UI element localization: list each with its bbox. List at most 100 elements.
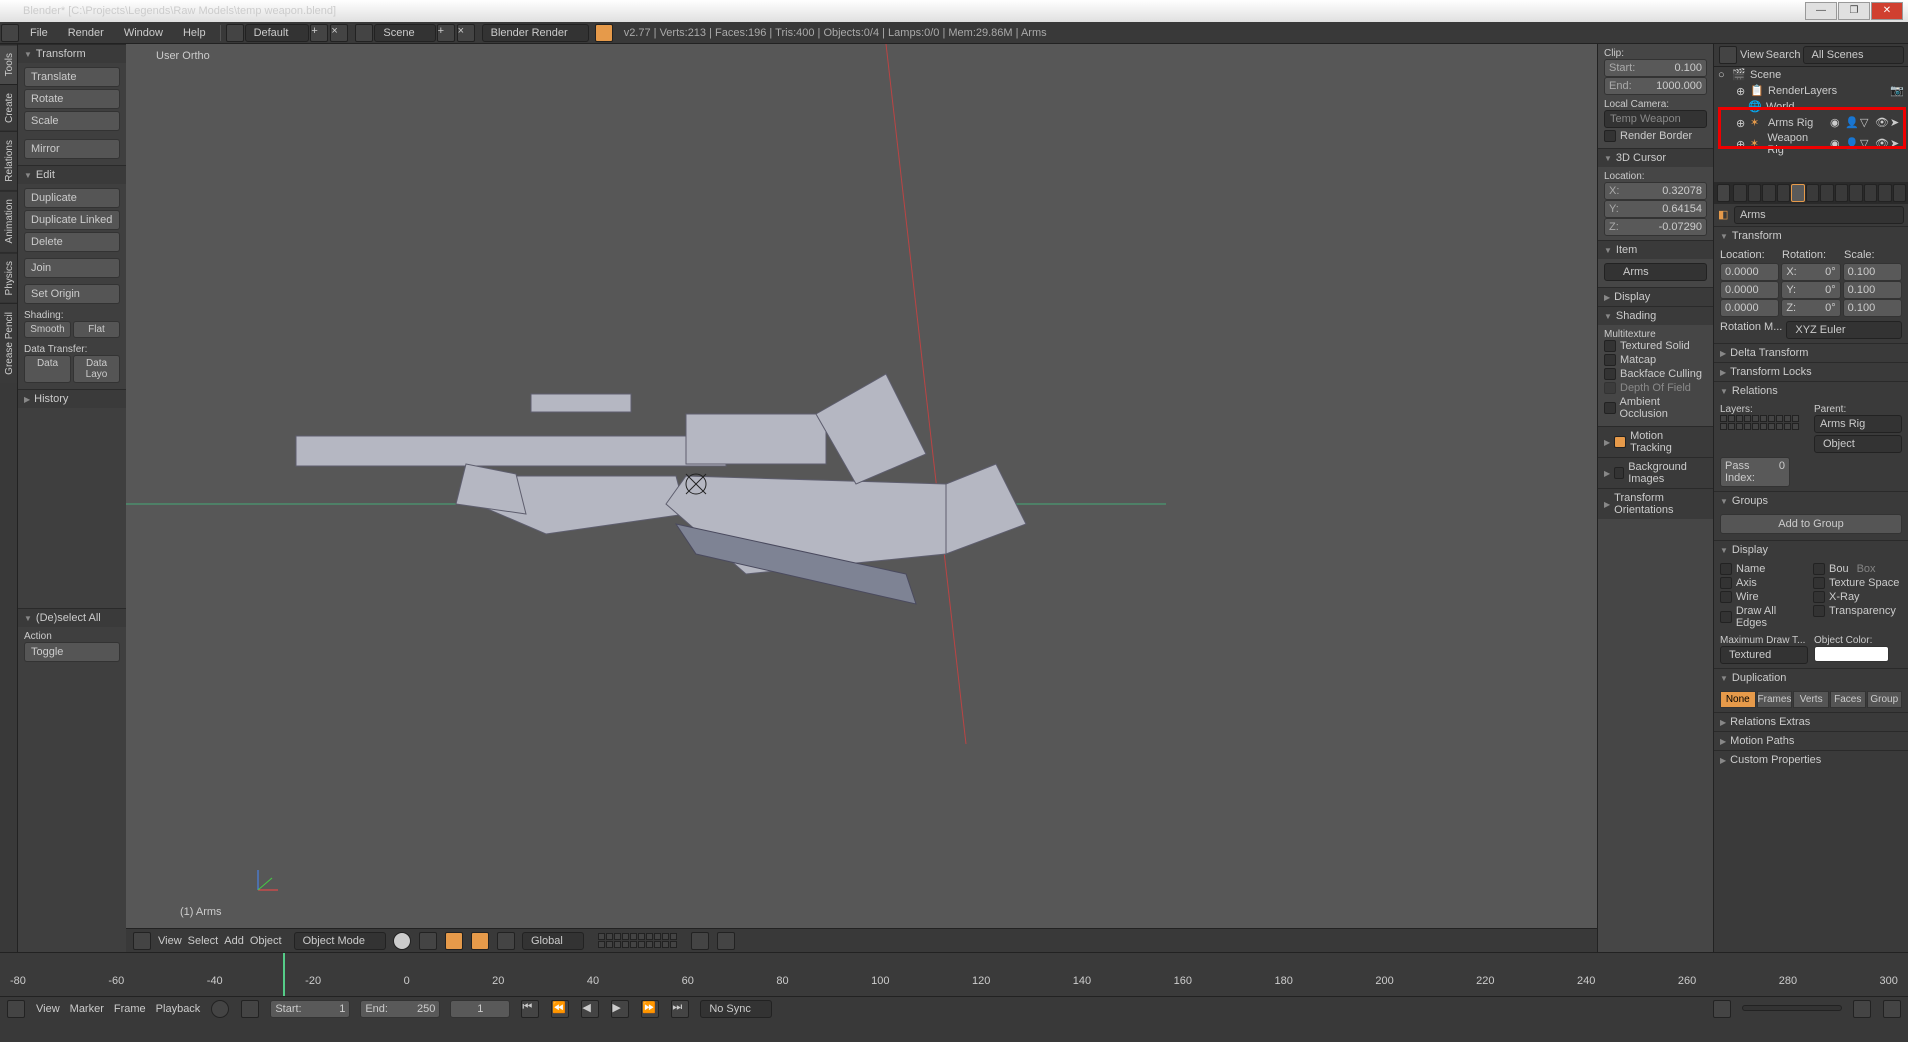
panel-transform-locks[interactable]: Transform Locks (1714, 362, 1908, 381)
xray-checkbox[interactable] (1813, 591, 1825, 603)
bounds-checkbox[interactable] (1813, 563, 1825, 575)
props-editor-icon[interactable] (1717, 184, 1730, 202)
rotation-mode-dropdown[interactable]: XYZ Euler (1786, 321, 1902, 339)
data-button[interactable]: Data (24, 355, 71, 383)
drawedges-checkbox[interactable] (1720, 611, 1732, 623)
maximize-button[interactable]: ❐ (1838, 2, 1870, 20)
textured-solid-checkbox[interactable] (1604, 340, 1616, 352)
mode-dropdown[interactable]: Object Mode (294, 932, 386, 950)
sync-dropdown[interactable]: No Sync (700, 1000, 772, 1018)
scale-z[interactable]: 0.100 (1843, 299, 1902, 317)
vp-menu-object[interactable]: Object (250, 935, 282, 947)
play-icon[interactable]: ▶ (611, 1000, 629, 1018)
localcam-field[interactable]: Temp Weapon (1604, 110, 1707, 128)
render-preview-icon[interactable] (717, 932, 735, 950)
close-button[interactable]: ✕ (1871, 2, 1903, 20)
audio-icon[interactable] (1713, 1000, 1731, 1018)
tab-modifiers-icon[interactable] (1820, 184, 1833, 202)
panel-3d-cursor[interactable]: 3D Cursor (1598, 148, 1713, 167)
join-button[interactable]: Join (24, 258, 120, 278)
menu-help[interactable]: Help (173, 27, 216, 39)
delete-button[interactable]: Delete (24, 232, 120, 252)
scale-button[interactable]: Scale (24, 111, 120, 131)
dup-none[interactable]: None (1720, 691, 1756, 708)
pass-index-field[interactable]: Pass Index:0 (1720, 457, 1790, 487)
panel-delta-transform[interactable]: Delta Transform (1714, 343, 1908, 362)
tab-render-layers-icon[interactable] (1748, 184, 1761, 202)
outliner-mode-dropdown[interactable]: All Scenes (1803, 46, 1904, 64)
panel-item[interactable]: Item (1598, 240, 1713, 259)
object-layers[interactable] (1720, 415, 1808, 430)
scene-icon[interactable] (355, 24, 373, 42)
rot-y[interactable]: Y:0° (1781, 281, 1840, 299)
duplicate-linked-button[interactable]: Duplicate Linked (24, 210, 120, 230)
translate-button[interactable]: Translate (24, 67, 120, 87)
tab-particles-icon[interactable] (1878, 184, 1891, 202)
audio-field[interactable] (1742, 1005, 1842, 1011)
tab-physics[interactable]: Physics (0, 252, 17, 303)
manipulator-rotate-icon[interactable] (471, 932, 489, 950)
tab-object-icon[interactable] (1791, 184, 1804, 202)
clip-start-field[interactable]: Start:0.100 (1604, 59, 1707, 77)
timeline-marker[interactable]: Marker (70, 1003, 104, 1015)
panel-transform-orientations[interactable]: Transform Orientations (1598, 488, 1713, 519)
play-reverse-icon[interactable]: ◀ (581, 1000, 599, 1018)
layout-remove-button[interactable]: × (330, 24, 348, 42)
outliner-search[interactable]: Search (1766, 49, 1801, 61)
panel-motion-paths[interactable]: Motion Paths (1714, 731, 1908, 750)
panel-duplication[interactable]: Duplication (1714, 668, 1908, 687)
panel-bg-images[interactable]: Background Images (1598, 457, 1713, 488)
timeline-editor-icon[interactable] (7, 1000, 25, 1018)
scale-x[interactable]: 0.100 (1843, 263, 1902, 281)
name-checkbox[interactable] (1720, 563, 1732, 575)
smooth-button[interactable]: Smooth (24, 321, 71, 338)
matcap-checkbox[interactable] (1604, 354, 1616, 366)
panel-prop-transform[interactable]: Transform (1714, 226, 1908, 245)
tab-data-icon[interactable] (1835, 184, 1848, 202)
backface-checkbox[interactable] (1604, 368, 1616, 380)
object-color-swatch[interactable] (1814, 646, 1889, 662)
maxdraw-dropdown[interactable]: Textured (1720, 646, 1808, 664)
tab-grease-pencil[interactable]: Grease Pencil (0, 303, 17, 383)
panel-obj-display[interactable]: Display (1714, 540, 1908, 559)
tab-material-icon[interactable] (1849, 184, 1862, 202)
outliner-view[interactable]: View (1740, 49, 1764, 61)
tab-render-icon[interactable] (1733, 184, 1746, 202)
menu-file[interactable]: File (20, 27, 58, 39)
panel-edit[interactable]: Edit (18, 165, 126, 184)
end-frame-field[interactable]: End:250 (360, 1000, 440, 1018)
next-keyframe-icon[interactable]: ⏩ (641, 1000, 659, 1018)
wire-checkbox[interactable] (1720, 591, 1732, 603)
tab-physics-icon[interactable] (1893, 184, 1906, 202)
vp-menu-select[interactable]: Select (188, 935, 219, 947)
timeline-playback[interactable]: Playback (156, 1003, 201, 1015)
tspace-checkbox[interactable] (1813, 577, 1825, 589)
vp-menu-view[interactable]: View (158, 935, 182, 947)
outliner-editor-icon[interactable] (1719, 46, 1737, 64)
dup-verts[interactable]: Verts (1793, 691, 1829, 708)
orientation-dropdown[interactable]: Global (522, 932, 584, 950)
keyframe-insert-icon[interactable] (1853, 1000, 1871, 1018)
panel-history[interactable]: History (18, 389, 126, 408)
tab-texture-icon[interactable] (1864, 184, 1877, 202)
layout-icon[interactable] (226, 24, 244, 42)
layout-dropdown[interactable]: Default (245, 24, 310, 42)
clip-end-field[interactable]: End:1000.000 (1604, 77, 1707, 95)
flat-button[interactable]: Flat (73, 321, 120, 338)
panel-transform[interactable]: Transform (18, 44, 126, 63)
outliner-renderlayers[interactable]: ⊕📋RenderLayers📷 (1714, 83, 1908, 99)
rot-z[interactable]: Z:0° (1781, 299, 1840, 317)
dup-frames[interactable]: Frames (1757, 691, 1793, 708)
panel-relations-extras[interactable]: Relations Extras (1714, 712, 1908, 731)
autokey-icon[interactable] (211, 1000, 229, 1018)
item-name-field[interactable]: Arms (1604, 263, 1707, 281)
dup-group[interactable]: Group (1867, 691, 1903, 708)
snap-icon[interactable] (691, 932, 709, 950)
duplicate-button[interactable]: Duplicate (24, 188, 120, 208)
3d-viewport[interactable]: User Ortho (1) Ar (126, 44, 1597, 952)
toggle-button[interactable]: Toggle (24, 642, 120, 662)
tab-create[interactable]: Create (0, 84, 17, 131)
scale-y[interactable]: 0.100 (1843, 281, 1902, 299)
tab-relations[interactable]: Relations (0, 131, 17, 190)
lock-icon[interactable] (241, 1000, 259, 1018)
